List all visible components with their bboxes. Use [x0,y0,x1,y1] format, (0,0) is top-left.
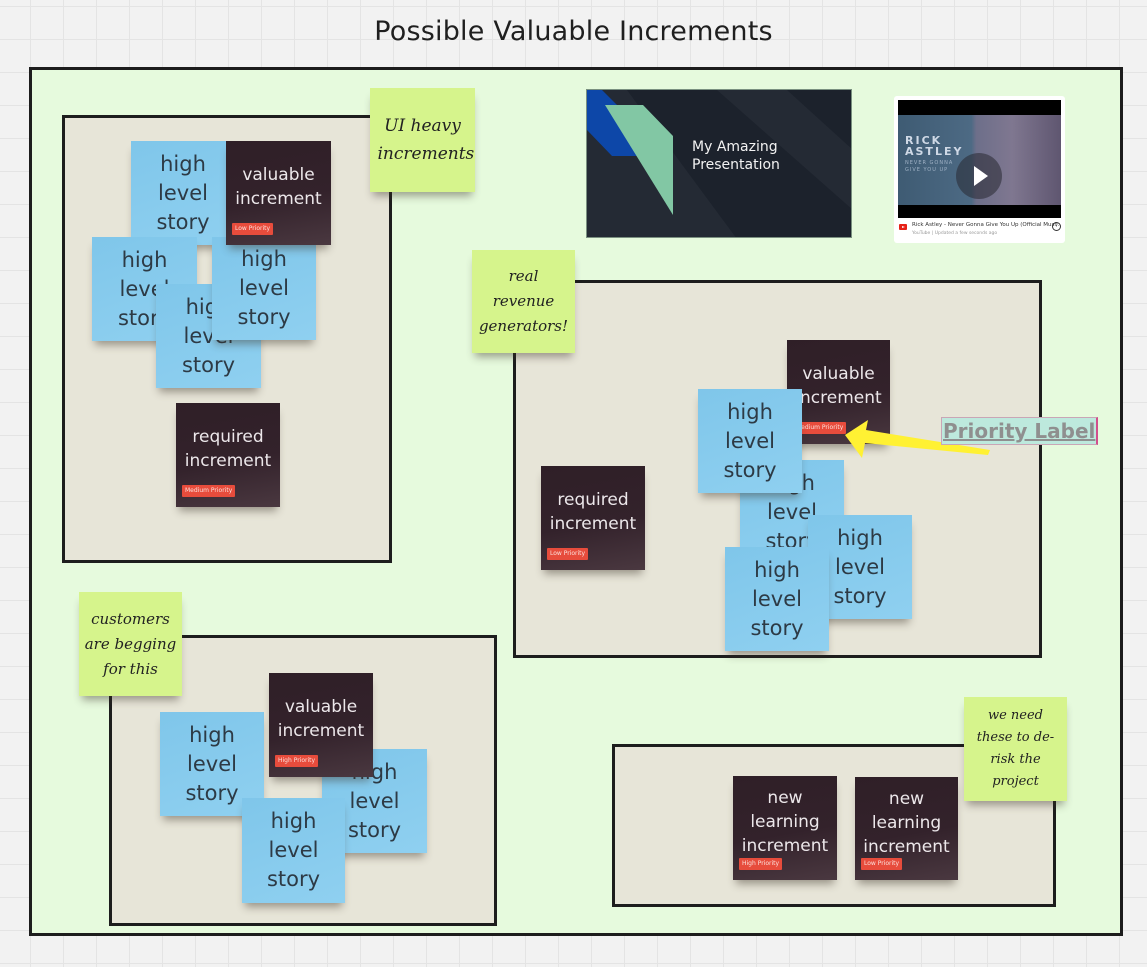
help-icon[interactable]: ? [1052,222,1061,231]
card-label: valuable increment [795,364,882,408]
video-title[interactable]: Rick Astley - Never Gonna Give You Up (O… [912,222,1061,228]
video-frame: RICK ASTLEY NEVER GONNA GIVE YOU UP [898,115,1061,205]
priority-badge: High Priority [739,858,783,870]
required-increment-card[interactable]: required increment Medium Priority [176,403,280,507]
note-customers[interactable]: customers are begging for this [79,592,182,696]
priority-label-text[interactable]: Priority Label [941,417,1099,445]
play-icon[interactable] [956,153,1002,199]
video-thumbnail[interactable]: RICK ASTLEY NEVER GONNA GIVE YOU UP [898,100,1061,218]
story-sticky[interactable]: high level story [212,237,316,340]
priority-badge: Medium Priority [182,485,236,497]
youtube-embed[interactable]: RICK ASTLEY NEVER GONNA GIVE YOU UP Rick… [894,96,1065,243]
presentation-embed[interactable]: My Amazing Presentation [586,89,852,238]
presentation-title: My Amazing Presentation [692,139,780,173]
priority-badge: Low Priority [547,548,589,560]
youtube-logo-icon [899,224,907,230]
story-sticky[interactable]: high level story [698,389,802,493]
priority-badge: Low Priority [232,223,274,235]
story-sticky[interactable]: high level story [131,141,235,245]
required-increment-card[interactable]: required increment Low Priority [541,466,645,570]
valuable-increment-card[interactable]: valuable increment Low Priority [226,141,331,245]
learning-increment-card[interactable]: new learning increment High Priority [733,776,837,880]
thumb-artist: RICK ASTLEY [905,134,964,158]
story-sticky[interactable]: high level story [725,547,829,651]
learning-increment-card[interactable]: new learning increment Low Priority [855,777,958,880]
card-label: new learning increment [863,788,950,857]
note-derisk[interactable]: we need these to de-risk the project [964,697,1067,801]
priority-badge: Low Priority [861,858,903,870]
valuable-increment-card[interactable]: valuable increment High Priority [269,673,373,777]
note-revenue[interactable]: real revenue generators! [472,250,575,353]
priority-badge: High Priority [275,755,319,767]
card-label: required increment [549,490,637,534]
card-label: valuable increment [235,165,322,209]
card-label: valuable increment [277,697,365,741]
card-label: new learning increment [741,788,829,856]
story-sticky[interactable]: high level story [242,798,345,903]
note-ui-heavy[interactable]: UI heavy increments [370,88,475,192]
video-meta: YouTube | Updated a few seconds ago [912,231,998,236]
board-title: Possible Valuable Increments [374,16,773,47]
card-label: required increment [184,427,272,471]
